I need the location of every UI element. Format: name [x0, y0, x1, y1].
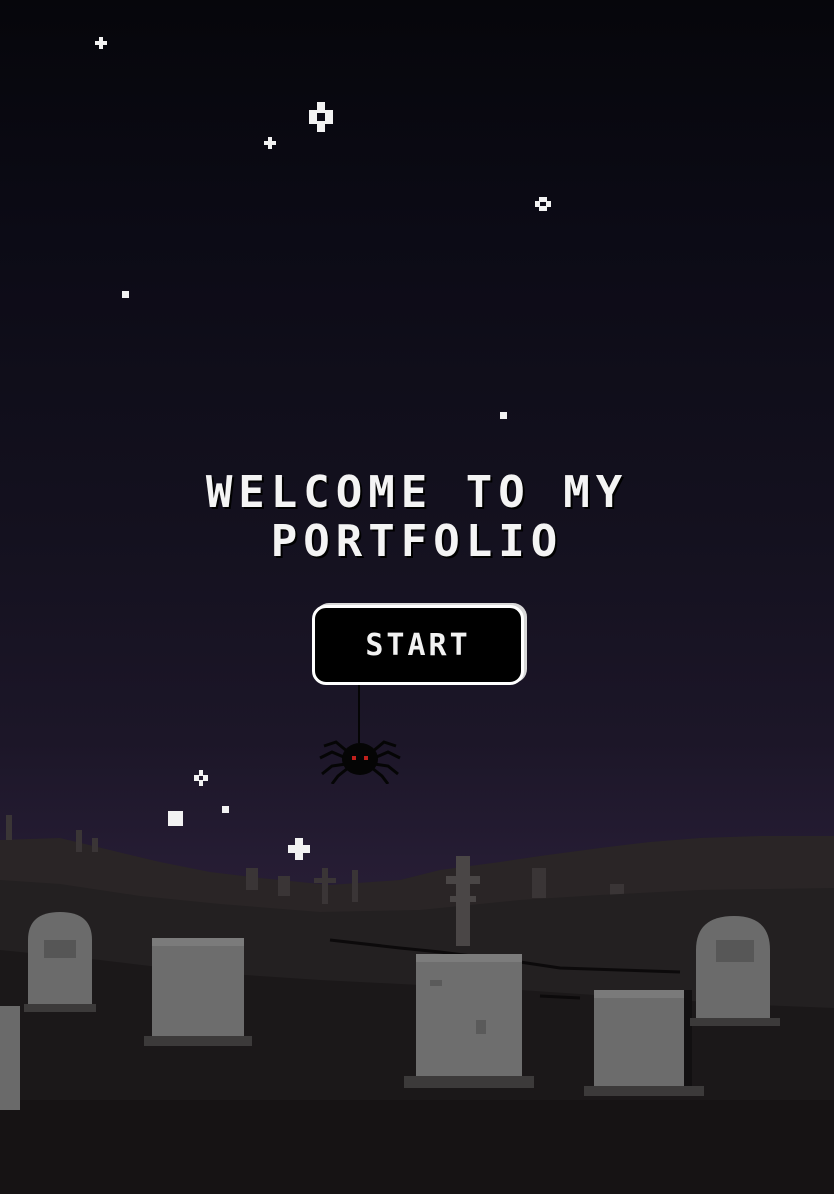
start-button[interactable]: START [312, 605, 524, 685]
landing-page: WELCOME TO MY PORTFOLIO START [0, 0, 834, 1194]
title-line-2: PORTFOLIO [270, 516, 564, 567]
start-button-label: START [365, 627, 471, 663]
spider-icon [319, 740, 401, 784]
graveyard-scene [0, 815, 834, 1194]
title-line-1: WELCOME TO MY [205, 467, 629, 518]
page-title: WELCOME TO MY PORTFOLIO [0, 468, 834, 566]
